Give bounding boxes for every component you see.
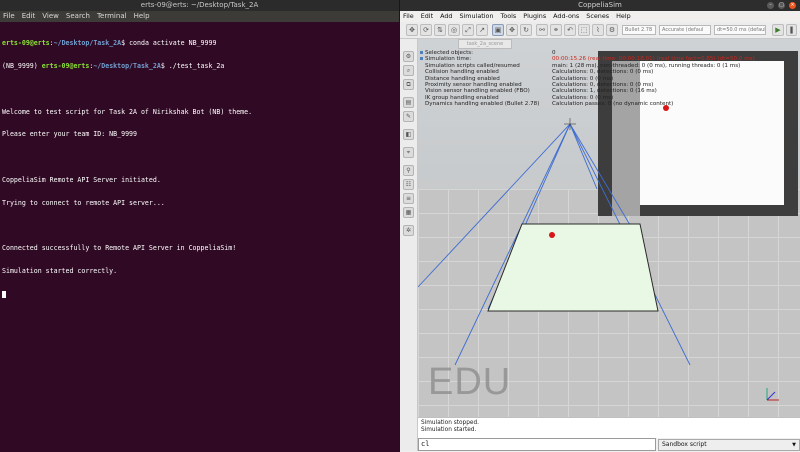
coppeliasim-title: CoppeliaSim [578,1,622,9]
beam-line [569,123,637,236]
terminal-line: Trying to connect to remote API server..… [2,198,165,207]
terminal-title: erts-09@erts: ~/Desktop/Task_2A [140,1,259,9]
script-context-label: Sandbox script [662,441,707,448]
terminal-window[interactable]: erts-09@erts: ~/Desktop/Task_2A File Edi… [0,0,399,452]
camera-pan-icon[interactable]: ✥ [406,24,418,36]
camera-rotate-icon[interactable]: ⟳ [420,24,432,36]
chevron-down-icon: ▼ [792,442,796,448]
terminal-menu-help[interactable]: Help [134,11,150,22]
prompt-path: ~/Desktop/Task_2A [53,39,122,48]
menu-help[interactable]: Help [616,11,631,22]
scripts-icon[interactable]: ✎ [403,111,414,122]
prompt-command: conda activate NB_9999 [125,39,217,48]
assemble-icon[interactable]: ⚯ [536,24,548,36]
physics-engine-select[interactable]: Bullet 2.78 [622,25,656,35]
menu-scenes[interactable]: Scenes [586,11,609,22]
menu-file[interactable]: File [403,11,414,22]
fit-view-icon[interactable]: ⤢ [462,24,474,36]
undo-redo-icon[interactable]: ↶ [564,24,576,36]
prompt-command: ./test_task_2a [164,61,225,70]
camera-fly-icon[interactable]: ↗ [476,24,488,36]
axis-gizmo-icon [766,388,779,401]
terminal-line: Simulation started correctly. [2,267,118,275]
status-line: Simulation started. [421,427,477,433]
maximize-icon[interactable]: □ [778,2,785,9]
terminal-titlebar: erts-09@erts: ~/Desktop/Task_2A [0,0,399,11]
coppeliasim-window[interactable]: CoppeliaSim – □ × File Edit Add Simulati… [400,0,800,452]
terminal-menu-search[interactable]: Search [66,11,90,22]
accuracy-select[interactable]: Accurate (defaul [659,25,711,35]
path-edit-icon[interactable]: ⌇ [592,24,604,36]
prompt-user: erts-09@erts [41,61,90,70]
camera-shift-icon[interactable]: ⇅ [434,24,446,36]
vertex-edit-icon[interactable]: ⬚ [578,24,590,36]
prompt-user: erts-09@erts [2,39,50,48]
terminal-menubar: File Edit View Search Terminal Help [0,11,399,22]
coppeliasim-titlebar: CoppeliaSim – □ × [400,0,800,11]
object-shift-icon[interactable]: ✥ [506,24,518,36]
menu-addons[interactable]: Add-ons [553,11,579,22]
minimize-icon[interactable]: – [767,2,774,9]
lua-command-input[interactable]: cl [418,438,656,451]
shapes-icon[interactable]: ◧ [403,129,414,140]
terminal-line: Connected successfully to Remote API Ser… [2,244,237,253]
click-select-icon[interactable]: ▣ [492,24,504,36]
terminal-line: Please enter your team ID: NB_9999 [2,130,137,139]
calculation-modules-icon[interactable]: ⧉ [403,79,414,90]
ball-marker [549,232,555,238]
model-browser-icon[interactable]: ⚲ [403,165,414,176]
terminal-line: Welcome to test script for Task 2A of Ni… [2,107,253,116]
pause-icon[interactable]: ❚ [786,24,797,36]
collections-icon[interactable]: ▤ [403,97,414,108]
menu-plugins[interactable]: Plugins [523,11,546,22]
layout-icon[interactable]: ▦ [403,207,414,218]
transfer-dna-icon[interactable]: ⚭ [550,24,562,36]
scene-viewport[interactable]: task_2a_scene EDU Selected objects: 0 Si… [418,39,800,417]
terminal-cursor [2,290,6,298]
terminal-line: CoppeliaSim Remote API Server initiated. [2,175,161,184]
time-step-select[interactable]: dt=50.0 ms (default) [714,25,766,35]
camera-angle-icon[interactable]: ◎ [448,24,460,36]
prompt-env: (NB_9999) [2,61,42,70]
status-bar[interactable]: Simulation stopped. Simulation started. [418,417,800,438]
terminal-output[interactable]: erts-09@erts:~/Desktop/Task_2A$ conda ac… [0,22,399,314]
layers-icon[interactable]: ≡ [403,193,414,204]
main-toolbar: ✥ ⟳ ⇅ ◎ ⤢ ↗ ▣ ✥ ↻ ⚯ ⚭ ↶ ⬚ ⌇ ⚙ Bullet 2.7… [400,22,800,39]
dynamics-icon[interactable]: ⚙ [606,24,618,36]
arena-plane [487,223,659,312]
play-icon[interactable]: ▶ [772,24,784,36]
terminal-cursor-line [2,290,397,299]
script-context-select[interactable]: Sandbox script ▼ [658,439,800,451]
terminal-menu-file[interactable]: File [3,11,15,22]
prompt-path: ~/Desktop/Task_2A [93,61,161,70]
terminal-menu-edit[interactable]: Edit [22,11,36,22]
terminal-menu-view[interactable]: View [42,11,59,22]
terminal-menu-terminal[interactable]: Terminal [97,11,127,22]
edu-watermark: EDU [428,361,512,403]
settings-icon[interactable]: ✲ [403,225,414,236]
menu-tools[interactable]: Tools [501,11,517,22]
object-properties-icon[interactable]: ⚙ [403,51,414,62]
window-controls: – □ × [767,2,796,9]
selection-icon[interactable]: ⌖ [403,147,414,158]
object-rotate-icon[interactable]: ↻ [520,24,532,36]
coppeliasim-menubar: File Edit Add Simulation Tools Plugins A… [400,11,800,22]
close-icon[interactable]: × [789,2,796,9]
terminal-line: (NB_9999) erts-09@erts:~/Desktop/Task_2A… [2,61,225,70]
scene-hierarchy-icon[interactable]: ☷ [403,179,414,190]
status-line: Simulation stopped. [421,420,480,426]
menu-simulation[interactable]: Simulation [459,11,493,22]
left-toolbar: ⚙ ⌕ ⧉ ▤ ✎ ◧ ⌖ ⚲ ☷ ≡ ▦ ✲ [400,39,418,451]
menu-edit[interactable]: Edit [421,11,433,22]
info-toggle-icon [420,57,423,61]
terminal-line: erts-09@erts:~/Desktop/Task_2A$ conda ac… [2,39,217,48]
beam-line [569,123,598,190]
zoom-icon[interactable]: ⌕ [403,65,414,76]
info-toggle-icon [420,51,423,54]
menu-add[interactable]: Add [440,11,452,22]
